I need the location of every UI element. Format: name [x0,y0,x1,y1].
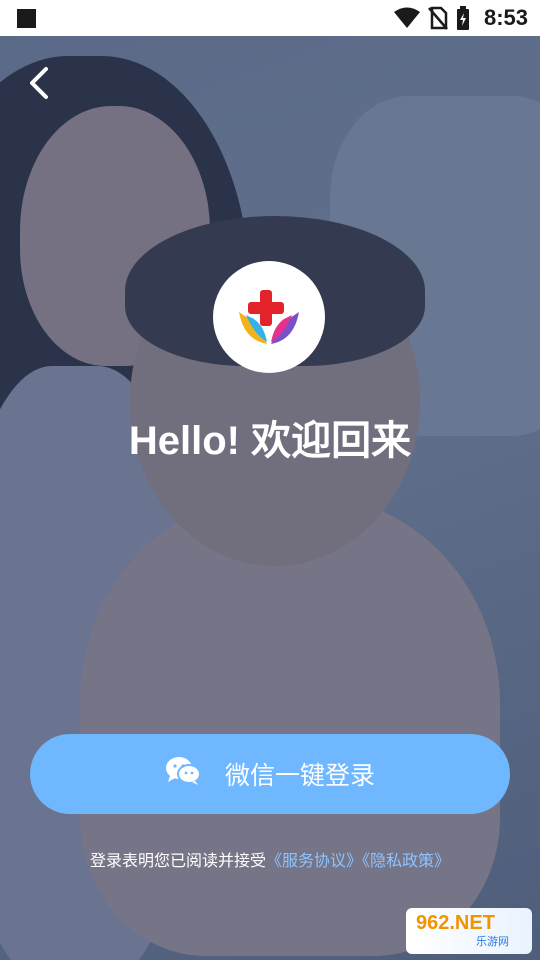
battery-icon [456,6,470,30]
agreement-text: 登录表明您已阅读并接受《服务协议》《隐私政策》 [0,847,540,871]
agreement-prefix: 登录表明您已阅读并接受 [89,853,266,870]
service-agreement-link[interactable]: 《服务协议》 [266,853,362,870]
app-logo [213,261,325,373]
app-logo-icon [239,290,299,344]
watermark-brand: 962.NET [416,912,495,934]
watermark-logo: 962.NET 乐游网 [406,908,532,954]
back-icon[interactable] [26,66,52,100]
welcome-title: Hello! 欢迎回来 [128,419,412,463]
status-bar: 8:53 [0,0,540,36]
clock: 8:53 [483,5,528,30]
no-sim-icon [428,6,448,30]
watermark-sub: 乐游网 [476,936,509,948]
wifi-icon [393,7,420,29]
background-photo [0,36,540,960]
wechat-login-button[interactable]: 微信一键登录 [30,734,510,814]
notification-icon [17,9,36,28]
wechat-login-label: 微信一键登录 [224,762,375,790]
privacy-policy-link[interactable]: 《隐私政策》 [362,853,450,870]
wechat-icon [165,756,201,793]
